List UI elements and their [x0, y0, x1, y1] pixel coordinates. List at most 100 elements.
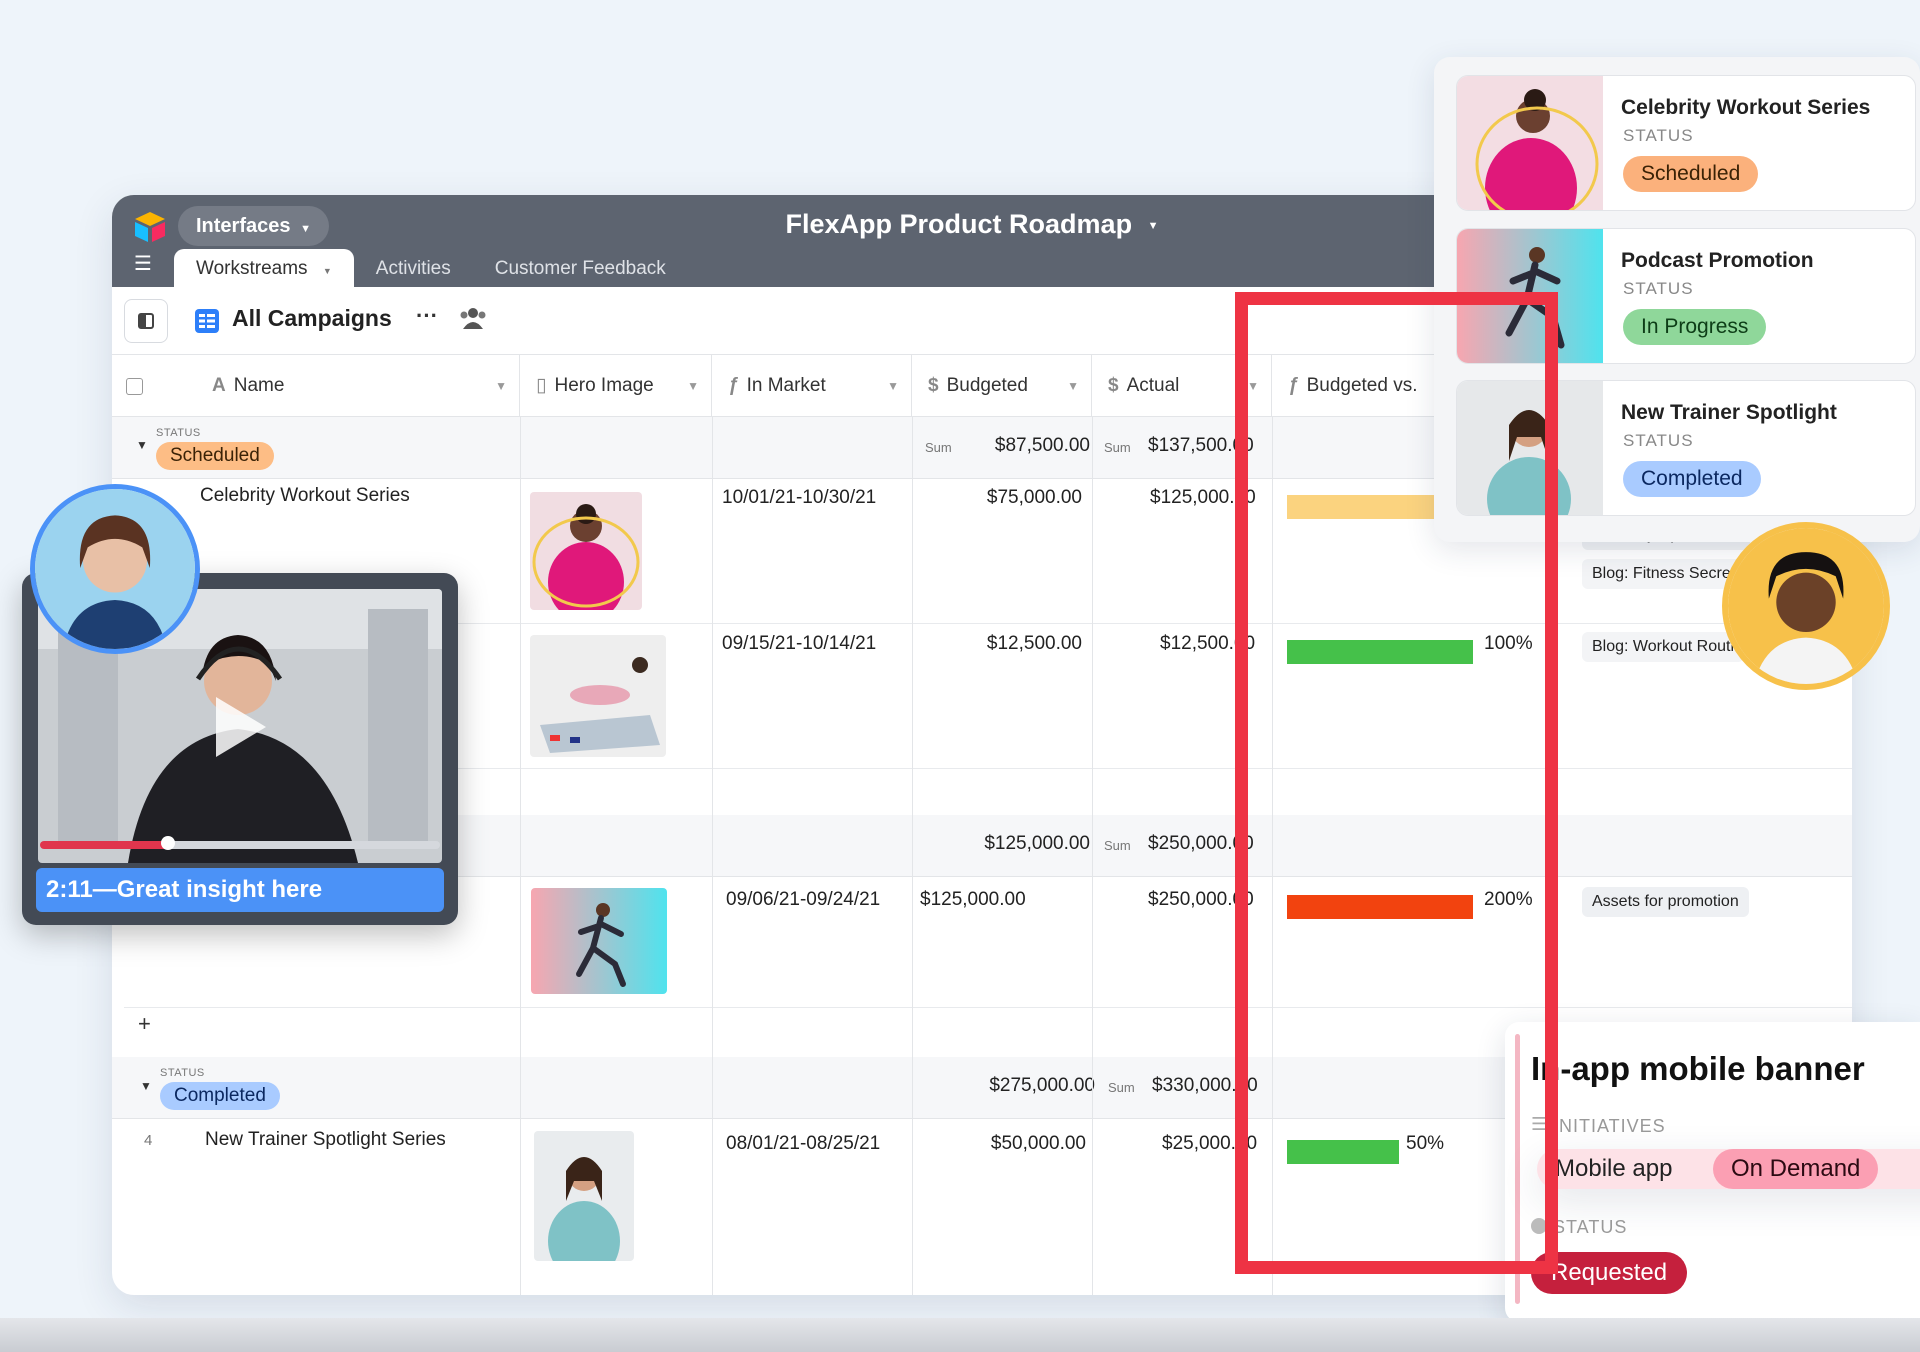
more-icon[interactable]: ···	[416, 303, 438, 329]
in-market-dates: 10/01/21-10/30/21	[722, 487, 877, 508]
sidebar-toggle-button[interactable]	[124, 299, 168, 343]
collaborator-avatar[interactable]	[30, 484, 200, 654]
sidebar-toggle-icon	[138, 313, 154, 329]
chevron-down-icon: ▼	[887, 379, 899, 393]
select-all-checkbox[interactable]	[126, 378, 143, 395]
interfaces-label: Interfaces	[196, 215, 291, 237]
currency-icon: $	[928, 375, 939, 396]
app-title[interactable]: FlexApp Product Roadmap ▼	[712, 209, 1232, 240]
row-divider	[124, 1007, 1852, 1008]
column-header-hero-image[interactable]: ▯ Hero Image ▼	[520, 355, 712, 417]
app-logo-icon[interactable]	[132, 209, 168, 245]
bottom-shadow	[0, 1318, 1920, 1352]
in-market-dates: 09/06/21-09/24/21	[726, 889, 881, 910]
app-title-text: FlexApp Product Roadmap	[785, 209, 1133, 239]
chevron-down-icon: ▼	[1067, 379, 1079, 393]
chevron-down-icon: ▼	[300, 223, 311, 235]
video-comment-caption: 2:11—Great insight here	[36, 868, 444, 912]
column-divider	[1092, 417, 1093, 1295]
video-progress-track[interactable]	[40, 841, 440, 849]
column-label: Budgeted	[946, 375, 1028, 396]
hero-image-thumbnail[interactable]	[534, 1131, 634, 1261]
record-card-title: Celebrity Workout Series	[1621, 96, 1871, 119]
row-number: 4	[144, 1132, 153, 1149]
sum-label: Sum	[1104, 838, 1131, 853]
record-card-title: New Trainer Spotlight	[1621, 401, 1837, 424]
column-header-in-market[interactable]: ƒ In Market ▼	[712, 355, 912, 417]
currency-icon: $	[1108, 375, 1119, 396]
budgeted-sum: $125,000.00	[984, 833, 1090, 854]
column-divider	[712, 417, 713, 1295]
collapse-toggle-icon[interactable]: ▼	[140, 1079, 152, 1093]
chevron-down-icon: ▼	[1147, 219, 1159, 232]
record-name: New Trainer Spotlight Series	[205, 1129, 446, 1150]
column-header-budgeted[interactable]: $ Budgeted ▼	[912, 355, 1092, 417]
linked-record-chip[interactable]: Blog: Workout Routi	[1582, 632, 1744, 662]
interfaces-menu-button[interactable]: Interfaces ▼	[178, 206, 329, 246]
record-card-image	[1457, 76, 1603, 210]
record-card-status-label: STATUS	[1623, 126, 1694, 145]
hero-image-thumbnail[interactable]	[530, 492, 642, 610]
hero-image-thumbnail[interactable]	[531, 888, 667, 994]
collapse-toggle-icon[interactable]: ▼	[136, 438, 148, 452]
group-status-pill: Scheduled	[156, 442, 274, 470]
status-badge: Completed	[1623, 461, 1761, 497]
record-name: Celebrity Workout Series	[200, 485, 410, 506]
column-label: Hero Image	[554, 375, 654, 396]
tab-bar: Workstreams ▼ Activities Customer Feedba…	[174, 249, 688, 287]
highlight-annotation-frame	[1235, 292, 1558, 1274]
people-icon[interactable]	[458, 305, 488, 331]
tab-customer-feedback[interactable]: Customer Feedback	[473, 249, 688, 287]
hamburger-icon[interactable]: ☰	[134, 251, 152, 276]
budgeted-value: $125,000.00	[920, 889, 1026, 910]
tab-workstreams[interactable]: Workstreams ▼	[174, 249, 354, 287]
linked-record-chip[interactable]: Blog: Fitness Secre	[1582, 559, 1741, 589]
chevron-down-icon: ▼	[687, 379, 699, 393]
budgeted-value: $12,500.00	[986, 633, 1082, 654]
status-badge: Scheduled	[1623, 156, 1759, 192]
group-status-pill: Completed	[160, 1082, 280, 1110]
attachment-icon: ▯	[536, 375, 547, 396]
record-card[interactable]: Celebrity Workout Series STATUS Schedule…	[1456, 75, 1916, 211]
column-divider	[520, 417, 521, 1295]
status-badge: In Progress	[1623, 309, 1767, 345]
budgeted-value: $50,000.00	[990, 1133, 1086, 1154]
record-card-status-label: STATUS	[1623, 279, 1694, 298]
in-market-dates: 08/01/21-08/25/21	[726, 1133, 881, 1154]
hero-image-thumbnail[interactable]	[530, 635, 666, 757]
formula-icon: ƒ	[728, 375, 739, 396]
card-title: In-app mobile banner	[1531, 1050, 1865, 1087]
video-progress-fill	[40, 841, 168, 849]
column-header-name[interactable]: A Name ▼	[162, 355, 520, 417]
group-status-label: STATUS	[160, 1067, 205, 1079]
record-card-title: Podcast Promotion	[1621, 249, 1814, 272]
record-card-status-label: STATUS	[1623, 431, 1694, 450]
column-label: Name	[233, 375, 285, 396]
collaborator-avatar[interactable]	[1722, 522, 1890, 690]
budgeted-value: $75,000.00	[986, 487, 1082, 508]
in-app-mobile-banner-card[interactable]: In-app mobile banner ☰ INITIATIVES Mobil…	[1505, 1022, 1920, 1322]
grid-view-icon	[195, 309, 219, 333]
sum-label: Sum	[1104, 440, 1131, 455]
chevron-down-icon: ▼	[322, 266, 332, 276]
view-name[interactable]: All Campaigns	[232, 305, 392, 332]
add-record-icon[interactable]: +	[138, 1011, 151, 1037]
linked-record-chip[interactable]: Assets for promotion	[1582, 887, 1749, 917]
budgeted-sum: $275,000.00	[989, 1075, 1095, 1096]
in-market-dates: 09/15/21-10/14/21	[722, 633, 877, 654]
chevron-down-icon: ▼	[495, 379, 507, 393]
column-label: Actual	[1126, 375, 1180, 396]
sum-label: Sum	[1108, 1080, 1135, 1095]
status-label: STATUS	[1553, 1217, 1628, 1237]
column-divider	[912, 417, 913, 1295]
column-label: In Market	[746, 375, 826, 396]
video-progress-knob[interactable]	[161, 836, 175, 850]
sum-label: Sum	[925, 440, 952, 455]
tab-activities[interactable]: Activities	[354, 249, 473, 287]
text-field-icon: A	[212, 375, 226, 396]
budgeted-sum: $87,500.00	[994, 435, 1090, 456]
tab-label: Workstreams	[196, 258, 308, 279]
initiatives-label: INITIATIVES	[1553, 1116, 1666, 1136]
group-status-label: STATUS	[156, 427, 201, 439]
initiative-tag[interactable]: On Demand	[1713, 1149, 1879, 1189]
